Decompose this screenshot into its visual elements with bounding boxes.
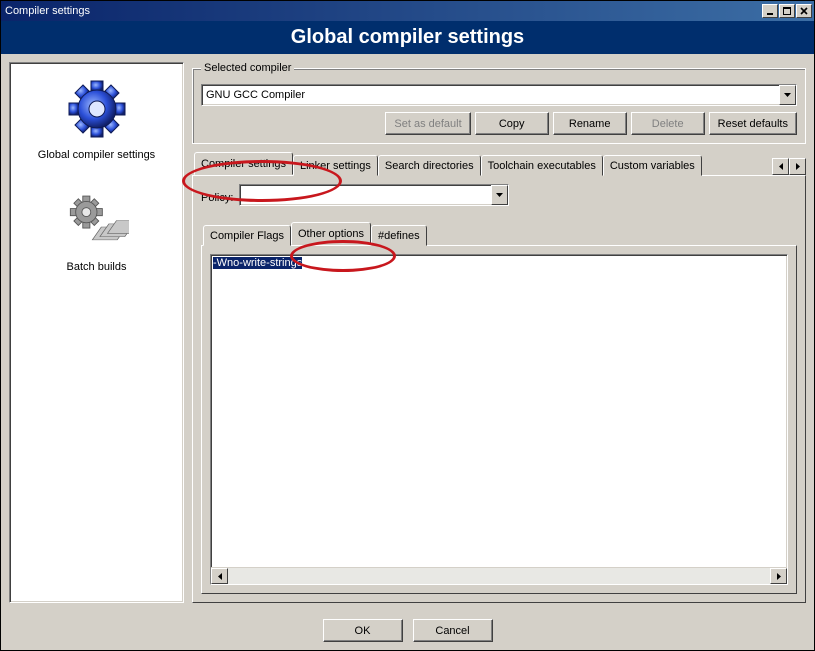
tab-defines[interactable]: #defines [371, 225, 427, 246]
editor-selection[interactable]: -Wno-write-strings [213, 257, 302, 269]
window-title: Compiler settings [5, 5, 761, 17]
tab-toolchain-executables[interactable]: Toolchain executables [481, 155, 603, 176]
sidebar-item-global-compiler[interactable]: Global compiler settings [10, 67, 183, 179]
scroll-left-button[interactable] [211, 568, 228, 584]
compiler-select[interactable]: GNU GCC Compiler [201, 84, 797, 106]
policy-select[interactable] [239, 184, 509, 206]
sub-tabs-container: Compiler Flags Other options #defines -W… [201, 222, 797, 594]
editor-content[interactable]: -Wno-write-strings [211, 255, 787, 567]
policy-label: Policy: [201, 192, 233, 204]
tab-search-directories[interactable]: Search directories [378, 155, 481, 176]
sidebar-item-batch-builds[interactable]: Batch builds [10, 179, 183, 291]
main-tabs: Compiler settings Linker settings Search… [192, 152, 806, 175]
policy-row: Policy: [201, 184, 797, 212]
compiler-button-row: Set as default Copy Rename Delete Reset … [201, 112, 797, 135]
chevron-down-icon[interactable] [491, 185, 508, 205]
tab-scroll-right[interactable] [789, 158, 806, 175]
close-button[interactable] [796, 4, 812, 18]
dialog-window: Compiler settings Global compiler settin… [0, 0, 815, 651]
gear-icon [65, 77, 129, 141]
page-header: Global compiler settings [1, 21, 814, 54]
other-options-pane: -Wno-write-strings [201, 245, 797, 594]
tab-linker-settings[interactable]: Linker settings [293, 155, 378, 176]
sub-tabs: Compiler Flags Other options #defines [201, 222, 797, 245]
tab-scroll [772, 158, 806, 175]
reset-defaults-button[interactable]: Reset defaults [709, 112, 797, 135]
rename-button[interactable]: Rename [553, 112, 627, 135]
group-legend: Selected compiler [201, 62, 294, 74]
content-area: Selected compiler GNU GCC Compiler Set a… [192, 62, 806, 603]
batch-gear-icon [65, 189, 129, 253]
copy-button[interactable]: Copy [475, 112, 549, 135]
page-title: Global compiler settings [291, 26, 524, 49]
selected-compiler-group: Selected compiler GNU GCC Compiler Set a… [192, 62, 806, 144]
sidebar-item-label: Global compiler settings [38, 149, 155, 161]
sidebar: Global compiler settings [9, 62, 184, 603]
tab-compiler-settings[interactable]: Compiler settings [194, 152, 293, 175]
titlebar[interactable]: Compiler settings [1, 1, 814, 21]
set-default-button[interactable]: Set as default [385, 112, 470, 135]
ok-button[interactable]: OK [323, 619, 403, 642]
window-controls [761, 4, 812, 18]
cancel-button[interactable]: Cancel [413, 619, 493, 642]
chevron-down-icon[interactable] [779, 85, 796, 105]
options-editor[interactable]: -Wno-write-strings [210, 254, 788, 585]
minimize-button[interactable] [762, 4, 778, 18]
sidebar-item-label: Batch builds [67, 261, 127, 273]
combo-value: GNU GCC Compiler [202, 89, 779, 101]
tab-compiler-flags[interactable]: Compiler Flags [203, 225, 291, 246]
tab-scroll-left[interactable] [772, 158, 789, 175]
main-area: Global compiler settings [1, 54, 814, 611]
tab-custom-variables[interactable]: Custom variables [603, 155, 702, 176]
scroll-track[interactable] [228, 568, 770, 584]
tab-other-options[interactable]: Other options [291, 222, 371, 245]
scroll-right-button[interactable] [770, 568, 787, 584]
delete-button[interactable]: Delete [631, 112, 705, 135]
dialog-buttons: OK Cancel [1, 611, 814, 650]
compiler-settings-pane: Policy: Compiler Flags Other options #de… [192, 175, 806, 603]
horizontal-scrollbar[interactable] [211, 567, 787, 584]
maximize-button[interactable] [779, 4, 795, 18]
